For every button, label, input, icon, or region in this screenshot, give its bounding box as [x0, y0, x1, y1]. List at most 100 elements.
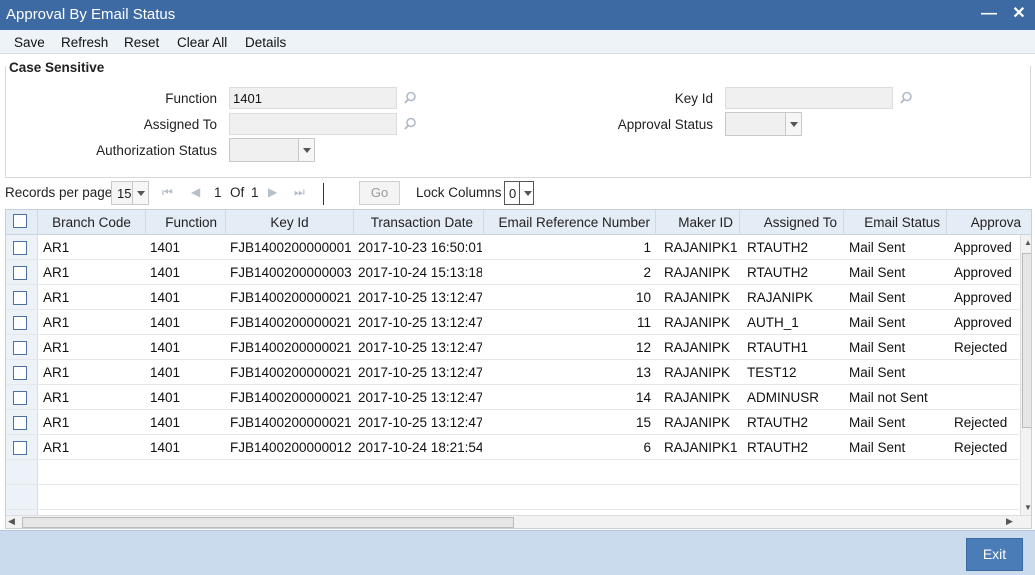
select-all-checkbox[interactable]: [13, 214, 27, 228]
next-page-icon[interactable]: ▶: [268, 185, 277, 199]
cell-maker-id: RAJANIPK: [664, 390, 731, 405]
function-label: Function: [165, 91, 217, 106]
go-button[interactable]: Go: [359, 181, 400, 205]
toolbar-menu: Save Refresh Reset Clear All Details: [0, 30, 1035, 54]
key-id-input[interactable]: [725, 87, 893, 109]
row-checkbox[interactable]: [13, 266, 27, 280]
table-row[interactable]: AR1 1401 FJB1400200000021 2017-10-25 13:12:…: [6, 360, 1019, 385]
cell-transaction-date: 2017-10-24 18:21:54: [358, 440, 482, 455]
cell-transaction-date: 2017-10-23 16:50:01: [358, 240, 482, 255]
column-header-transaction-date[interactable]: Transaction Date: [354, 210, 484, 235]
table-row[interactable]: AR1 1401 FJB1400200000003 2017-10-24 15:13:…: [6, 260, 1019, 285]
row-checkbox[interactable]: [13, 291, 27, 305]
page-number-input[interactable]: [323, 183, 357, 205]
cell-email-status: Mail Sent: [849, 440, 906, 455]
cell-email-reference-number: 13: [635, 365, 651, 380]
cell-transaction-date: 2017-10-25 13:12:47: [358, 365, 482, 380]
cell-branch-code: AR1: [43, 365, 70, 380]
scroll-up-icon[interactable]: ▲: [1024, 238, 1031, 247]
lock-columns-select[interactable]: 0: [504, 181, 534, 205]
exit-button[interactable]: Exit: [966, 538, 1023, 571]
cell-maker-id: RAJANIPK: [664, 340, 731, 355]
close-button[interactable]: ✕: [1008, 3, 1030, 25]
cell-approval-status: Rejected: [954, 340, 1008, 355]
column-header-maker-id[interactable]: Maker ID: [656, 210, 740, 235]
records-per-page-select[interactable]: 15: [111, 181, 149, 205]
horizontal-scroll-thumb[interactable]: [22, 517, 514, 528]
row-checkbox[interactable]: [13, 316, 27, 330]
details-menu-item[interactable]: Details: [245, 35, 286, 50]
cell-key-id: FJB1400200000003: [230, 265, 352, 280]
row-checkbox[interactable]: [13, 391, 27, 405]
column-header-email-reference-number[interactable]: Email Reference Number: [484, 210, 656, 235]
key-id-search-icon[interactable]: [899, 91, 913, 105]
assigned-to-search-icon[interactable]: [403, 117, 417, 131]
cell-maker-id: RAJANIPK1: [664, 440, 738, 455]
last-page-icon[interactable]: ⏭: [294, 185, 305, 200]
vertical-scroll-thumb[interactable]: [1022, 253, 1031, 428]
function-input[interactable]: 1401: [229, 87, 397, 109]
approval-status-select[interactable]: [725, 112, 802, 136]
row-checkbox[interactable]: [13, 441, 27, 455]
column-header-email-status[interactable]: Email Status: [844, 210, 947, 235]
cell-email-reference-number: 15: [635, 415, 651, 430]
first-page-icon[interactable]: ⏮: [162, 185, 173, 200]
column-header-assigned-to[interactable]: Assigned To: [740, 210, 844, 235]
reset-menu-item[interactable]: Reset: [124, 35, 159, 50]
cell-key-id: FJB1400200000021: [230, 415, 352, 430]
scroll-left-icon[interactable]: ◀: [8, 516, 15, 527]
function-search-icon[interactable]: [403, 91, 417, 105]
table-row[interactable]: AR1 1401 FJB1400200000021 2017-10-25 13:12:…: [6, 410, 1019, 435]
cell-approval-status: Rejected: [954, 440, 1008, 455]
minimize-button[interactable]: —: [978, 3, 1000, 25]
cell-email-reference-number: 1: [643, 240, 651, 255]
assigned-to-input[interactable]: [229, 113, 397, 135]
cell-approval-status: [954, 360, 1020, 385]
records-per-page-label: Records per page: [5, 185, 113, 200]
row-checkbox[interactable]: [13, 341, 27, 355]
cell-function: 1401: [150, 365, 181, 380]
cell-key-id: FJB1400200000021: [230, 315, 352, 330]
row-checkbox[interactable]: [13, 241, 27, 255]
cell-key-id: FJB1400200000012: [230, 440, 352, 455]
table-row[interactable]: AR1 1401 FJB1400200000001 2017-10-23 16:50:…: [6, 235, 1019, 260]
total-pages-number: 1: [251, 185, 259, 200]
horizontal-scrollbar[interactable]: ◀ ▶: [6, 515, 1031, 528]
cell-transaction-date: 2017-10-25 13:12:47: [358, 315, 482, 330]
cell-transaction-date: 2017-10-25 13:12:47: [358, 390, 482, 405]
previous-page-icon[interactable]: ◀: [191, 185, 200, 199]
cell-key-id: FJB1400200000021: [230, 290, 352, 305]
cell-email-reference-number: 14: [635, 390, 651, 405]
row-checkbox[interactable]: [13, 416, 27, 430]
cell-branch-code: AR1: [43, 290, 70, 305]
cell-approval-status: [954, 385, 1020, 410]
column-header-approval-status[interactable]: Approva: [947, 210, 1031, 235]
cell-email-reference-number: 12: [635, 340, 651, 355]
scroll-right-icon[interactable]: ▶: [1006, 516, 1013, 527]
cell-email-reference-number: 10: [635, 290, 651, 305]
clear-all-menu-item[interactable]: Clear All: [177, 35, 227, 50]
table-row[interactable]: AR1 1401 FJB1400200000021 2017-10-25 13:12:…: [6, 285, 1019, 310]
row-checkbox[interactable]: [13, 366, 27, 380]
table-row[interactable]: AR1 1401 FJB1400200000012 2017-10-24 18:21:…: [6, 435, 1019, 460]
column-header-key-id[interactable]: Key Id: [226, 210, 354, 235]
scroll-down-icon[interactable]: ▼: [1024, 503, 1031, 512]
table-row[interactable]: AR1 1401 FJB1400200000021 2017-10-25 13:12:…: [6, 385, 1019, 410]
cell-key-id: FJB1400200000021: [230, 340, 352, 355]
vertical-scrollbar[interactable]: ▲ ▼: [1020, 235, 1031, 517]
refresh-menu-item[interactable]: Refresh: [61, 35, 108, 50]
chevron-down-icon: [132, 182, 148, 204]
records-per-page-value: 15: [117, 186, 132, 201]
save-menu-item[interactable]: Save: [14, 35, 45, 50]
cell-maker-id: RAJANIPK: [664, 415, 731, 430]
column-header-function[interactable]: Function: [146, 210, 226, 235]
cell-email-status: Mail Sent: [849, 315, 906, 330]
cell-transaction-date: 2017-10-25 13:12:47: [358, 290, 482, 305]
cell-approval-status: Approved: [954, 315, 1012, 330]
table-row[interactable]: AR1 1401 FJB1400200000021 2017-10-25 13:12:…: [6, 335, 1019, 360]
authorization-status-select[interactable]: [229, 138, 315, 162]
column-header-branch-code[interactable]: Branch Code: [38, 210, 146, 235]
window-title: Approval By Email Status: [6, 6, 176, 23]
pagination-bar: Records per page 15 ⏮ ◀ 1 Of 1 ▶ ⏭ Go Lo…: [0, 180, 1035, 208]
table-row[interactable]: AR1 1401 FJB1400200000021 2017-10-25 13:12:…: [6, 310, 1019, 335]
